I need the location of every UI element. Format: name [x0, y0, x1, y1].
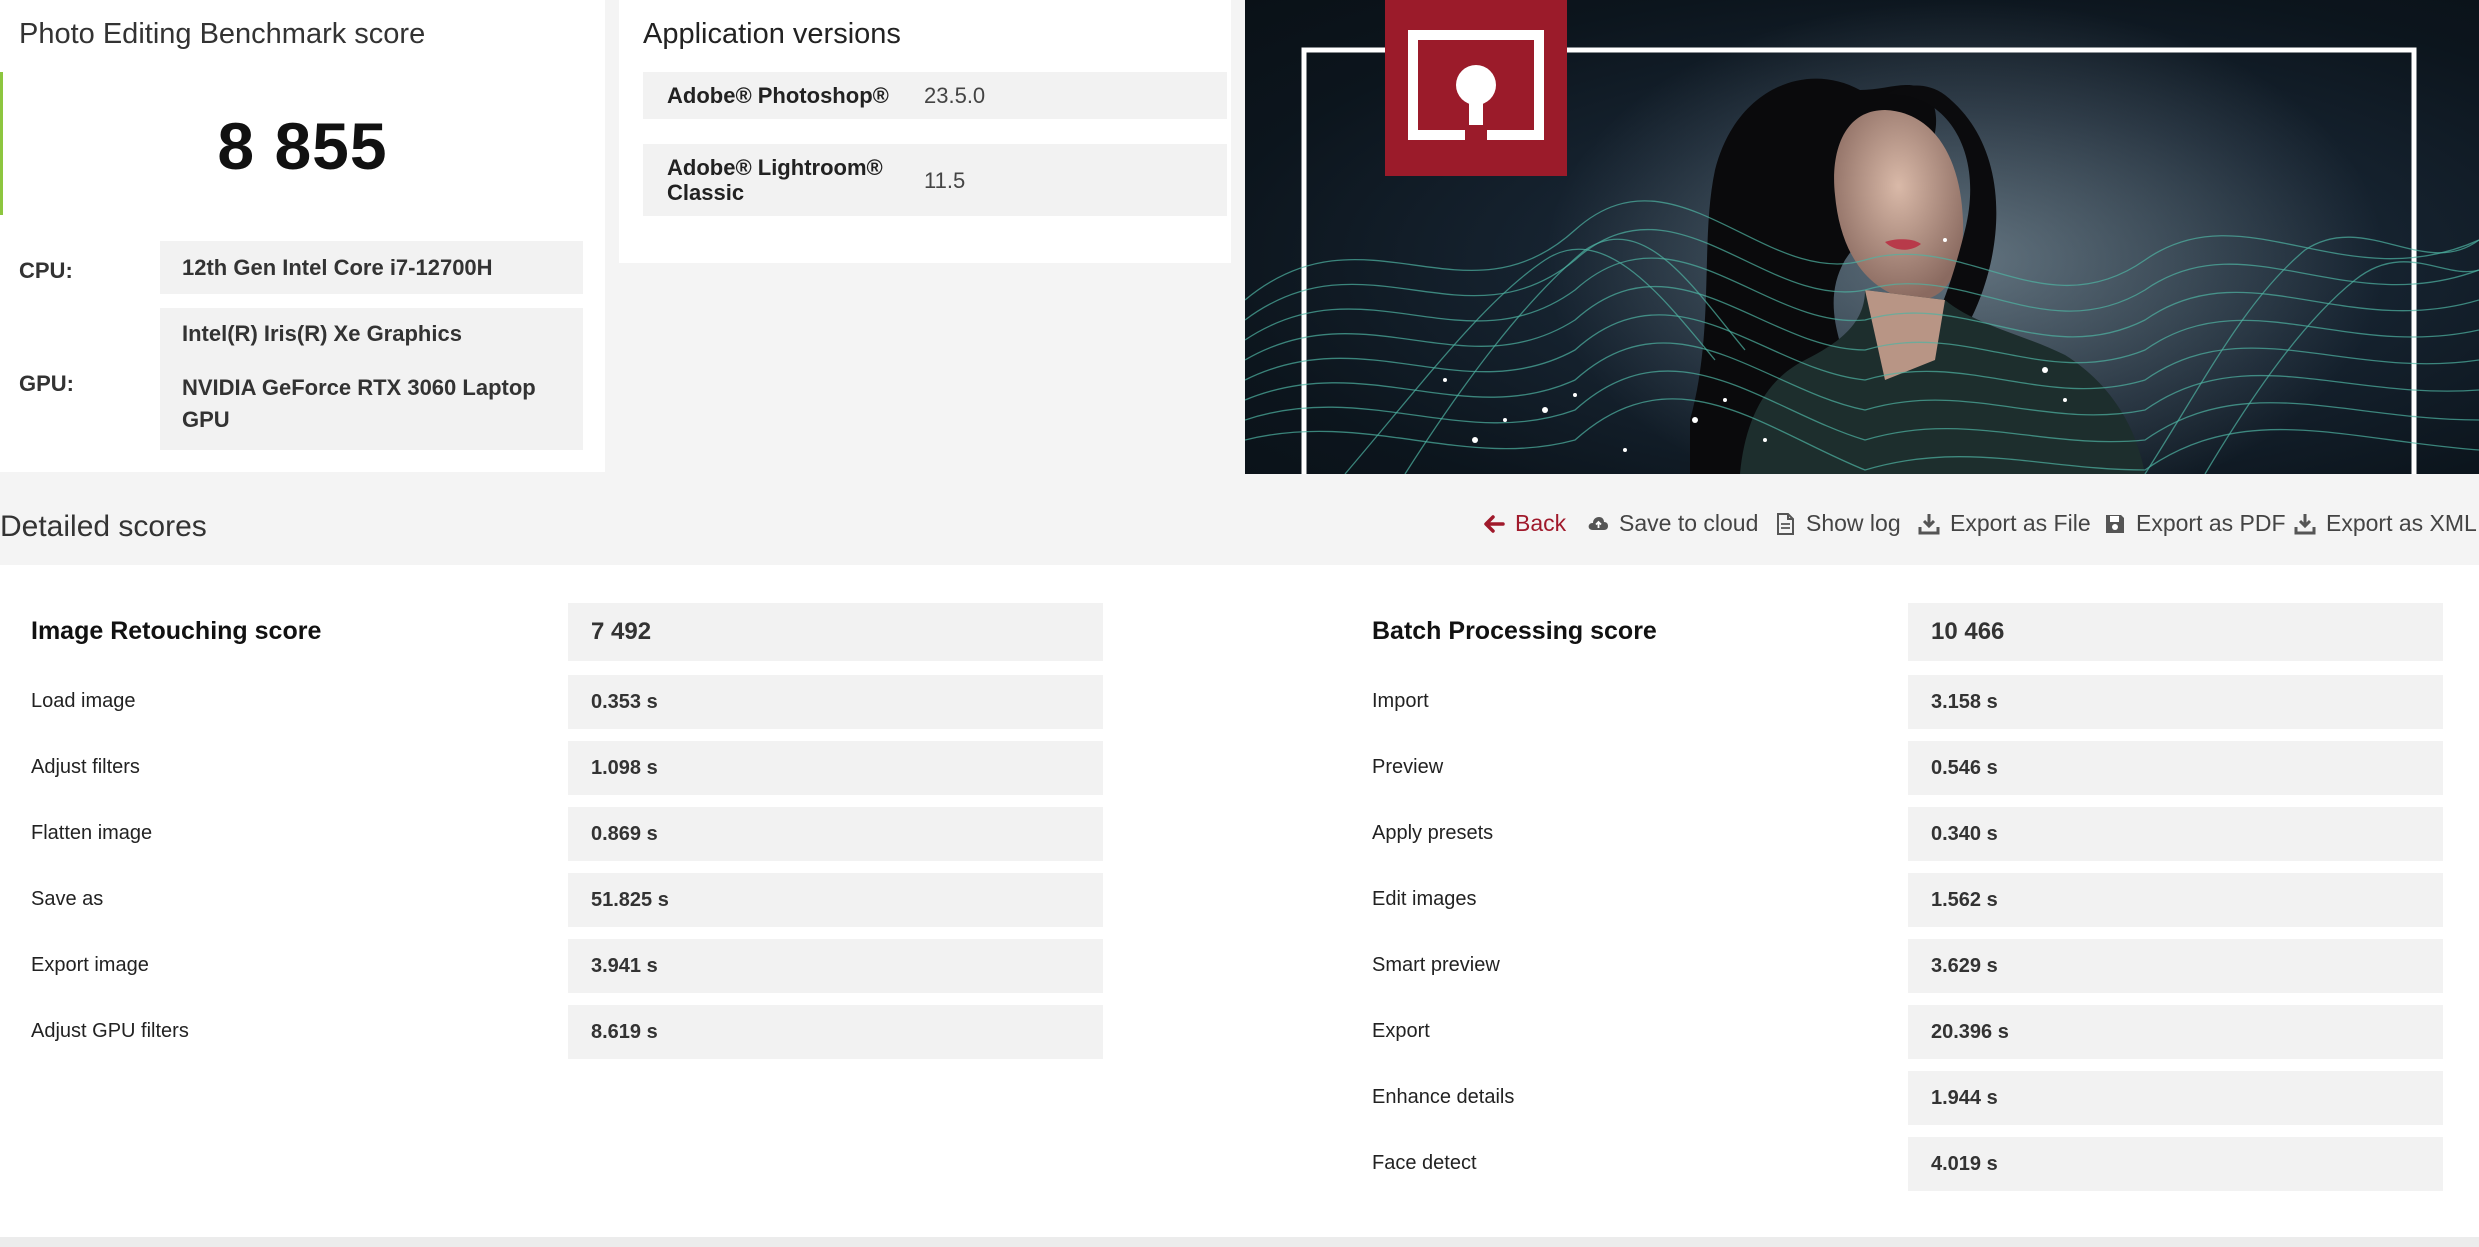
app-row-lightroom: Adobe® Lightroom® Classic 11.5 [643, 144, 1227, 216]
show-log-label: Show log [1806, 510, 1901, 536]
batch-processing-row-label: Face detect [1372, 1152, 1477, 1174]
batch-processing-row-value: 1.562 s [1908, 873, 2443, 927]
batch-processing-score: 10 466 [1908, 603, 2443, 661]
image-retouching-score: 7 492 [568, 603, 1103, 661]
image-retouching-row-value: 0.353 s [568, 675, 1103, 729]
image-retouching-row-label: Flatten image [31, 822, 153, 844]
batch-processing-row-label: Enhance details [1372, 1086, 1515, 1108]
application-versions-panel: Application versions Adobe® Photoshop® 2… [619, 0, 1231, 263]
image-retouching-row-value: 1.098 s [568, 741, 1103, 795]
document-icon [1777, 512, 1794, 535]
benchmark-score-panel: Photo Editing Benchmark score 8 855 CPU:… [0, 0, 605, 472]
hero-artwork [1245, 0, 2479, 474]
image-retouching-row-value: 0.869 s [568, 807, 1103, 861]
image-retouching-row-label: Adjust filters [31, 756, 140, 778]
back-label: Back [1515, 510, 1567, 536]
batch-processing-row-label: Import [1372, 690, 1429, 712]
download-icon [2294, 513, 2316, 534]
benchmark-score-title: Photo Editing Benchmark score [19, 18, 426, 50]
floppy-disk-icon [2106, 514, 2124, 533]
export-as-file-button[interactable]: Export as File [1918, 510, 2091, 537]
batch-processing-row-value: 3.158 s [1908, 675, 2443, 729]
arrow-left-icon [1484, 514, 1505, 533]
app-name-lightroom: Adobe® Lightroom® Classic [667, 155, 883, 205]
download-icon [1918, 513, 1940, 534]
image-retouching-row-value: 51.825 s [568, 873, 1103, 927]
batch-processing-row-label: Apply presets [1372, 822, 1494, 844]
cpu-value: 12th Gen Intel Core i7-12700H [160, 241, 583, 294]
detailed-scores-title: Detailed scores [0, 510, 207, 543]
gpu-label: GPU: [19, 371, 74, 396]
app-name-lightroom-line-2: Classic [667, 180, 745, 205]
app-version-photoshop: 23.5.0 [924, 83, 986, 108]
detailed-scores-panel: Image Retouching score 7 492 Load image … [0, 565, 2479, 1237]
export-as-pdf-label: Export as PDF [2136, 510, 2286, 536]
batch-processing-row-value: 3.629 s [1908, 939, 2443, 993]
save-to-cloud-button[interactable]: Save to cloud [1587, 510, 1758, 537]
export-as-xml-button[interactable]: Export as XML [2294, 510, 2477, 537]
image-retouching-row-value: 8.619 s [568, 1005, 1103, 1059]
export-as-xml-label: Export as XML [2326, 510, 2477, 536]
export-as-file-label: Export as File [1950, 510, 2091, 536]
batch-processing-row-value: 20.396 s [1908, 1005, 2443, 1059]
gpu-value: Intel(R) Iris(R) Xe Graphics NVIDIA GeFo… [160, 308, 583, 450]
image-retouching-row-label: Export image [31, 954, 149, 976]
benchmark-score-value: 8 855 [217, 109, 388, 183]
gpu-value-line-1: Intel(R) Iris(R) Xe Graphics [182, 321, 462, 346]
save-to-cloud-label: Save to cloud [1619, 510, 1759, 536]
image-retouching-title: Image Retouching score [31, 617, 322, 645]
gpu-value-line-3: GPU [182, 407, 230, 432]
batch-processing-row-value: 4.019 s [1908, 1137, 2443, 1191]
image-retouching-row-label: Adjust GPU filters [31, 1020, 189, 1042]
gpu-value-line-2: NVIDIA GeForce RTX 3060 Laptop [182, 375, 536, 400]
batch-processing-row-label: Preview [1372, 756, 1444, 778]
hero-image [1245, 0, 2479, 474]
page-footer-strip [0, 1237, 2479, 1247]
batch-processing-row-label: Export [1372, 1020, 1430, 1042]
app-name-photoshop: Adobe® Photoshop® [667, 83, 889, 108]
show-log-button[interactable]: Show log [1774, 510, 1901, 537]
image-retouching-row-label: Save as [31, 888, 104, 910]
app-version-lightroom: 11.5 [924, 168, 966, 193]
batch-processing-row-label: Edit images [1372, 888, 1477, 910]
batch-processing-row-label: Smart preview [1372, 954, 1500, 976]
image-retouching-row-label: Load image [31, 690, 136, 712]
cpu-label: CPU: [19, 258, 73, 283]
app-row-photoshop: Adobe® Photoshop® 23.5.0 [643, 72, 1227, 119]
image-retouching-row-value: 3.941 s [568, 939, 1103, 993]
back-button[interactable]: Back [1483, 510, 1566, 537]
application-versions-title: Application versions [643, 18, 901, 50]
export-as-pdf-button[interactable]: Export as PDF [2104, 510, 2286, 537]
app-name-lightroom-line-1: Adobe® Lightroom® [667, 155, 883, 180]
batch-processing-row-value: 0.546 s [1908, 741, 2443, 795]
batch-processing-title: Batch Processing score [1372, 617, 1657, 645]
batch-processing-row-value: 0.340 s [1908, 807, 2443, 861]
batch-processing-row-value: 1.944 s [1908, 1071, 2443, 1125]
cloud-upload-icon [1588, 516, 1608, 530]
